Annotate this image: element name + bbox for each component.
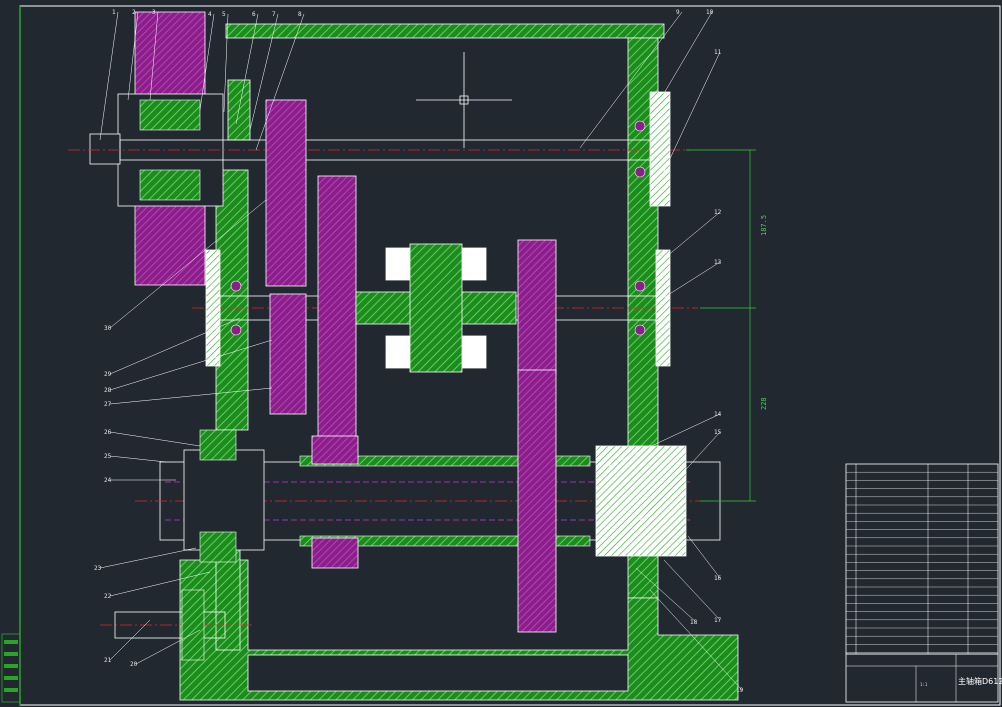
cad-drawing-canvas: 187.5 228 1 2 3 4 5 6 7 8 9 101112131415161718192… [1,5,1002,706]
part-number-1: 1 [112,9,116,16]
spindle-rear-gear-low [199,531,237,563]
parts-list-table [845,463,999,655]
part-number-2: 2 [132,9,136,16]
part-number-18: 18 [690,619,698,626]
part-number-30: 30 [104,325,112,332]
bearing-ball [230,324,242,336]
bearing-ball [230,280,242,292]
feed-shaft-gear [181,589,205,661]
pulley-bearing-upper [139,99,201,131]
bearing-ball [634,166,646,178]
input-shaft-nut [89,133,121,165]
left-bearing-cap-mid [205,249,221,367]
part-number-15: 15 [714,429,722,436]
leader-line-21 [109,619,151,661]
part-number-28: 28 [104,387,112,394]
leader-line-17 [663,559,721,621]
spindle-front-bearing [595,445,687,557]
title-block: 主轴箱D6125图 1:1 [845,653,1002,703]
part-number-11: 11 [714,49,722,56]
part-number-21: 21 [104,657,112,664]
part-number-8: 8 [298,11,302,18]
leader-line-25 [109,455,167,463]
part-number-25: 25 [104,453,112,460]
part-number-22: 22 [104,593,112,600]
housing-top-cover [225,23,665,39]
gear-right-mid [517,239,557,375]
bearing-ball [634,324,646,336]
base-cutout [247,654,629,692]
cad-cursor-crosshair [416,52,512,148]
part-number-24: 24 [104,477,112,484]
part-number-29: 29 [104,371,112,378]
spindle-gear-left-bottom [311,537,359,569]
part-number-3: 3 [152,9,156,16]
part-number-9: 9 [676,9,680,16]
input-gear [265,99,307,287]
part-number-14: 14 [714,411,722,418]
part-number-7: 7 [272,11,276,18]
pulley-assembly [89,11,224,286]
part-number-6: 6 [252,11,256,18]
leader-line-1 [99,11,119,141]
spindle-gear-left-top [311,435,359,465]
part-number-27: 27 [104,401,112,408]
drawing-scale: 1:1 [920,682,928,687]
layer-legend [1,633,21,703]
leader-line-26 [109,431,201,447]
dimension-upper: 187.5 [760,215,768,236]
part-number-20: 20 [130,661,138,668]
part-number-19: 19 [736,687,744,694]
part-number-23: 23 [94,565,102,572]
gear-28 [317,175,357,439]
spindle-gear-right [517,369,557,633]
right-bearing-cap-top [649,91,671,207]
dimension-lower: 228 [760,397,768,410]
part-number-17: 17 [714,617,722,624]
part-number-12: 12 [714,209,722,216]
dimension-lines [686,149,756,502]
pulley-upper-half [134,11,206,101]
leader-line-10 [659,11,713,101]
part-number-4: 4 [208,11,212,18]
part-number-5: 5 [222,11,226,18]
drawing-title: 主轴箱D6125图 [958,676,1002,686]
leader-line-12 [659,211,721,263]
part-number-26: 26 [104,429,112,436]
part-number-16: 16 [714,575,722,582]
gear-block-27 [269,293,307,415]
part-number-13: 13 [714,259,722,266]
bearing-ball [634,280,646,292]
bearing-ball [634,120,646,132]
leader-line-16 [687,535,721,579]
part-number-10: 10 [706,9,714,16]
right-bearing-cap-mid [655,249,671,367]
spindle-rear-gear [199,429,237,461]
pulley-bearing-lower [139,169,201,201]
clutch-disc-pack [409,243,463,373]
